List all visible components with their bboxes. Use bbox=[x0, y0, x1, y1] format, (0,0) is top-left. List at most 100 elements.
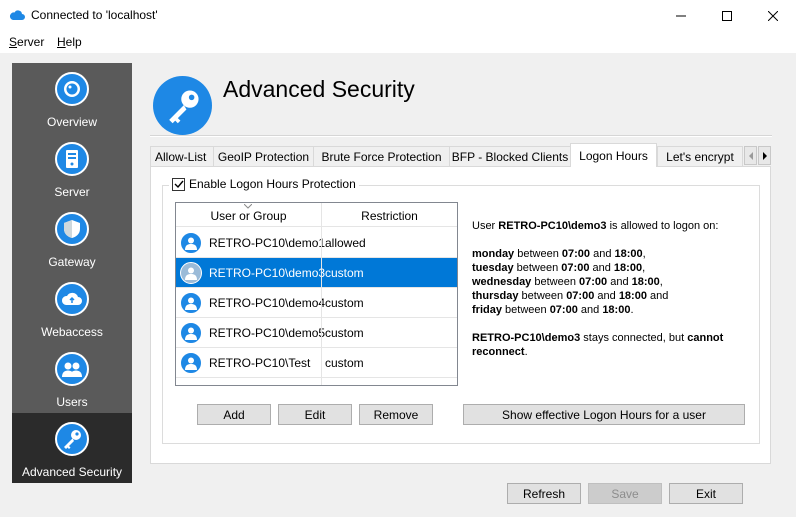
sidebar-item-label: Server bbox=[54, 185, 90, 199]
tab-scroll-left-button[interactable] bbox=[744, 146, 757, 165]
users-icon bbox=[55, 352, 89, 386]
schedule-between: between bbox=[505, 304, 547, 316]
table-row[interactable]: RETRO-PC10\Test custom bbox=[176, 348, 457, 378]
schedule-between: between bbox=[521, 290, 564, 302]
schedule-and: and bbox=[580, 304, 600, 316]
tab-logon-hours[interactable]: Logon Hours bbox=[570, 143, 657, 167]
tab-geoip-protection[interactable]: GeoIP Protection bbox=[213, 146, 314, 167]
tab-strip: Allow-List GeoIP Protection Brute Force … bbox=[150, 143, 772, 167]
schedule-end: and bbox=[646, 290, 669, 302]
sidebar-item-label: Gateway bbox=[48, 255, 96, 269]
schedule-line: friday between 07:00 and 18:00. bbox=[472, 304, 634, 316]
tab-lets-encrypt[interactable]: Let's encrypt bbox=[657, 146, 743, 167]
sidebar-item-advanced-security[interactable]: Advanced Security bbox=[12, 413, 132, 483]
schedule-and: and bbox=[593, 248, 612, 260]
cell-user: RETRO-PC10\Test bbox=[209, 356, 311, 370]
cell-restriction: custom bbox=[325, 296, 364, 310]
shield-icon bbox=[55, 212, 89, 246]
schedule-line: monday between 07:00 and 18:00, bbox=[472, 248, 646, 260]
info-note: RETRO-PC10\demo3 stays connected, but ca… bbox=[472, 331, 752, 359]
show-effective-logon-hours-button[interactable]: Show effective Logon Hours for a user bbox=[463, 404, 745, 425]
enable-logon-hours-checkbox[interactable] bbox=[172, 177, 185, 191]
tab-brute-force-protection[interactable]: Brute Force Protection bbox=[313, 146, 450, 167]
schedule-day: monday bbox=[472, 248, 515, 260]
edit-button[interactable]: Edit bbox=[278, 404, 352, 425]
schedule-to: 18:00 bbox=[618, 290, 647, 302]
close-icon bbox=[768, 10, 778, 21]
user-list[interactable]: User or Group Restriction RETRO-PC10\dem… bbox=[175, 202, 458, 386]
sidebar-item-label: Overview bbox=[46, 115, 97, 129]
info-intro-prefix: User bbox=[472, 220, 496, 232]
schedule-from: 07:00 bbox=[561, 248, 591, 260]
maximize-button[interactable] bbox=[704, 0, 750, 31]
table-row[interactable]: RETRO-PC10\demo5 custom bbox=[176, 318, 457, 348]
sidebar-item-webaccess[interactable]: Webaccess bbox=[12, 273, 132, 343]
schedule-day: friday bbox=[472, 304, 502, 316]
cell-user: RETRO-PC10\demo1 bbox=[209, 236, 326, 250]
list-header: User or Group Restriction bbox=[176, 203, 457, 227]
tab-scroll-right-button[interactable] bbox=[758, 146, 771, 165]
schedule-from: 07:00 bbox=[549, 304, 578, 316]
info-schedule: monday between 07:00 and 18:00, tuesday … bbox=[472, 247, 752, 317]
schedule-day: wednesday bbox=[472, 276, 532, 288]
remove-button[interactable]: Remove bbox=[359, 404, 433, 425]
exit-button[interactable]: Exit bbox=[669, 483, 743, 504]
schedule-from: 07:00 bbox=[579, 276, 608, 288]
schedule-from: 07:00 bbox=[566, 290, 595, 302]
info-intro-user: RETRO-PC10\demo3 bbox=[498, 220, 607, 232]
schedule-from: 07:00 bbox=[561, 262, 590, 274]
schedule-day: tuesday bbox=[472, 262, 514, 274]
schedule-line: tuesday between 07:00 and 18:00, bbox=[472, 262, 645, 274]
table-row-selected[interactable]: RETRO-PC10\demo3 custom bbox=[176, 258, 457, 288]
column-header-restriction[interactable]: Restriction bbox=[322, 203, 457, 227]
cell-restriction: custom bbox=[325, 266, 364, 280]
schedule-and: and bbox=[592, 262, 611, 274]
info-note-mid: stays connected, but bbox=[583, 332, 685, 344]
page-title: Advanced Security bbox=[223, 76, 415, 102]
enable-logon-hours-checkbox-row[interactable]: Enable Logon Hours Protection bbox=[169, 177, 359, 191]
minimize-icon bbox=[676, 15, 686, 16]
info-note-user: RETRO-PC10\demo3 bbox=[472, 332, 581, 344]
sort-indicator-icon bbox=[244, 204, 252, 209]
info-intro-suffix: is allowed to logon on: bbox=[609, 220, 719, 232]
overview-icon bbox=[55, 72, 89, 106]
cell-restriction: allowed bbox=[325, 236, 366, 250]
sidebar-item-gateway[interactable]: Gateway bbox=[12, 203, 132, 273]
chevron-left-icon bbox=[748, 151, 753, 160]
schedule-to: 18:00 bbox=[631, 276, 660, 288]
cell-user: RETRO-PC10\demo3 bbox=[209, 266, 326, 280]
tab-bfp-blocked-clients[interactable]: BFP - Blocked Clients bbox=[449, 146, 571, 167]
add-button-main[interactable]: Add bbox=[197, 404, 271, 425]
title-bar: Connected to 'localhost' bbox=[0, 0, 796, 31]
table-row[interactable]: RETRO-PC10\demo1 allowed bbox=[176, 228, 457, 258]
server-icon bbox=[55, 142, 89, 176]
tab-allow-list[interactable]: Allow-List bbox=[150, 146, 214, 167]
column-divider bbox=[321, 203, 322, 385]
menu-bar: Server Help bbox=[0, 31, 796, 53]
sidebar-item-overview[interactable]: Overview bbox=[12, 63, 132, 133]
minimize-button[interactable] bbox=[658, 0, 704, 31]
key-icon bbox=[153, 76, 212, 135]
close-button[interactable] bbox=[750, 0, 796, 31]
refresh-button[interactable]: Refresh bbox=[507, 483, 581, 504]
user-avatar-icon bbox=[180, 232, 202, 254]
schedule-end: , bbox=[659, 276, 663, 288]
schedule-and: and bbox=[610, 276, 629, 288]
schedule-to: 18:00 bbox=[614, 248, 643, 260]
table-row[interactable]: RETRO-PC10\demo4 custom bbox=[176, 288, 457, 318]
menu-help[interactable]: Help bbox=[57, 35, 82, 49]
menu-server[interactable]: Server bbox=[9, 35, 44, 49]
sidebar-item-server[interactable]: Server bbox=[12, 133, 132, 203]
window-title: Connected to 'localhost' bbox=[31, 8, 158, 22]
chevron-right-icon bbox=[762, 151, 767, 160]
menu-help-rest: elp bbox=[65, 35, 82, 49]
schedule-end: , bbox=[642, 248, 646, 260]
user-avatar-icon bbox=[180, 292, 202, 314]
save-button[interactable]: Save bbox=[588, 483, 662, 504]
menu-server-rest: erver bbox=[17, 35, 45, 49]
cloud-icon bbox=[55, 282, 89, 316]
cell-restriction: custom bbox=[325, 356, 364, 370]
sidebar-item-users[interactable]: Users bbox=[12, 343, 132, 413]
cell-user: RETRO-PC10\demo5 bbox=[209, 326, 326, 340]
cloud-app-icon bbox=[9, 10, 25, 20]
